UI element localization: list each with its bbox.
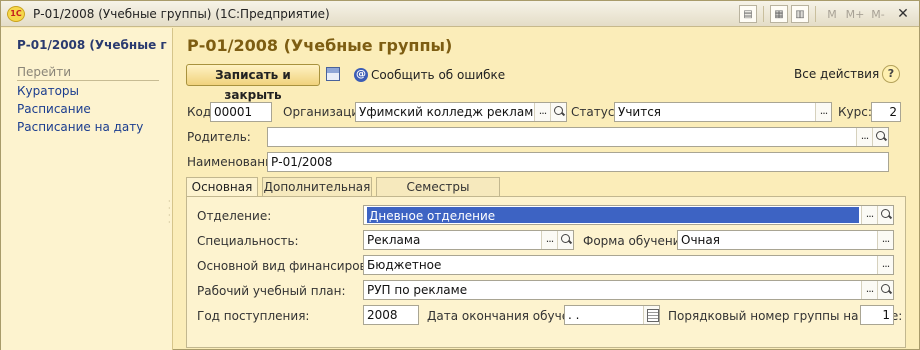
app-logo-icon[interactable]: 1С — [7, 6, 25, 22]
admission-year-label: Год поступления: — [197, 309, 310, 323]
memory-minus-button[interactable]: M- — [868, 8, 888, 21]
tab-main[interactable]: Основная — [186, 177, 258, 198]
parent-label: Родитель: — [187, 130, 251, 144]
financing-field[interactable]: Бюджетное ... — [363, 255, 894, 275]
select-button[interactable]: ... — [815, 103, 831, 121]
search-icon[interactable] — [872, 128, 888, 146]
title-bar: 1С Р-01/2008 (Учебные группы) (1С:Предпр… — [1, 1, 919, 27]
nav-section-header: Перейти — [17, 65, 159, 81]
tab-additional[interactable]: Дополнительная — [262, 177, 372, 197]
department-field[interactable]: Дневное отделение Дневное отделение ... — [363, 205, 894, 225]
select-button[interactable]: ... — [877, 231, 893, 249]
name-field[interactable]: Р-01/2008 — [267, 152, 889, 172]
select-button[interactable]: ... — [534, 103, 550, 121]
study-form-label: Форма обучения: — [583, 234, 692, 248]
nav-link-schedule-by-date[interactable]: Расписание на дату — [17, 118, 143, 136]
memory-button[interactable]: M — [822, 8, 842, 21]
tab-panel-main: Отделение: Дневное отделение Дневное отд… — [186, 196, 906, 348]
splitter-grip[interactable]: · · · · — [168, 198, 172, 227]
search-icon[interactable] — [557, 231, 573, 249]
plan-value: РУП по рекламе — [367, 283, 468, 297]
nav-link-curators[interactable]: Кураторы — [17, 82, 143, 100]
select-button[interactable]: ... — [856, 128, 872, 146]
select-button[interactable]: ... — [541, 231, 557, 249]
financing-value: Бюджетное — [367, 258, 442, 272]
title-toolbar: ▤ ▦ ▥ M M+ M- ✕ — [739, 4, 915, 24]
form-window: 1С Р-01/2008 (Учебные группы) (1С:Предпр… — [0, 0, 920, 350]
document-icon[interactable]: ▤ — [739, 5, 757, 23]
status-field[interactable]: Учится ... — [614, 102, 832, 122]
calendar-icon[interactable] — [643, 306, 659, 324]
search-icon[interactable] — [550, 103, 566, 121]
search-icon[interactable] — [877, 281, 893, 299]
page-title: Р-01/2008 (Учебные группы) — [187, 36, 453, 55]
search-icon[interactable] — [877, 206, 893, 224]
code-field[interactable]: 00001 — [210, 102, 272, 122]
nav-links: Кураторы Расписание Расписание на дату — [17, 82, 143, 136]
department-label: Отделение: — [197, 209, 272, 223]
course-label: Курс: — [838, 105, 872, 119]
specialty-value: Реклама — [367, 233, 421, 247]
parent-field[interactable]: ... — [267, 127, 889, 147]
nav-link-schedule[interactable]: Расписание — [17, 100, 143, 118]
tab-semesters[interactable]: Семестры обучения — [376, 177, 500, 212]
calendar-icon[interactable]: ▥ — [791, 5, 809, 23]
department-value-overlay: Дневное отделение — [369, 209, 496, 223]
toolbar-divider — [815, 6, 816, 22]
study-form-field[interactable]: Очная ... — [677, 230, 894, 250]
end-date-value: . . — [568, 308, 580, 322]
plan-label: Рабочий учебный план: — [197, 284, 346, 298]
memory-plus-button[interactable]: M+ — [845, 8, 865, 21]
select-button[interactable]: ... — [861, 206, 877, 224]
toolbar-divider — [763, 6, 764, 22]
end-date-field[interactable]: . . — [564, 305, 660, 325]
select-button[interactable]: ... — [877, 256, 893, 274]
at-icon: @ — [354, 68, 368, 82]
window-title: Р-01/2008 (Учебные группы) (1С:Предприят… — [33, 7, 330, 21]
status-value: Учится — [618, 105, 662, 119]
save-and-close-button[interactable]: Записать и закрыть — [186, 64, 320, 102]
specialty-label: Специальность: — [197, 234, 299, 248]
report-error-button[interactable]: @ Сообщить об ошибке — [354, 66, 505, 84]
nav-title[interactable]: Р-01/2008 (Учебные гр... — [17, 38, 167, 52]
calculator-icon[interactable]: ▦ — [770, 5, 788, 23]
specialty-field[interactable]: Реклама ... — [363, 230, 574, 250]
select-button[interactable]: ... — [861, 281, 877, 299]
admission-year-field[interactable]: 2008 — [363, 305, 419, 325]
form-body: Р-01/2008 (Учебные группы) Записать и за… — [174, 28, 919, 350]
status-label: Статус: — [571, 105, 619, 119]
organization-field[interactable]: Уфимский колледж рекламы и пи ... — [355, 102, 567, 122]
course-field[interactable]: 2 — [871, 102, 901, 122]
study-form-value: Очная — [681, 233, 720, 247]
report-error-label: Сообщить об ошибке — [371, 68, 506, 82]
group-number-field[interactable]: 1 — [860, 305, 894, 325]
close-icon[interactable]: ✕ — [891, 4, 915, 24]
plan-field[interactable]: РУП по рекламе ... — [363, 280, 894, 300]
save-icon[interactable] — [326, 67, 340, 81]
all-actions-menu[interactable]: Все действия ▾ — [794, 67, 889, 81]
help-icon[interactable]: ? — [882, 65, 900, 83]
navigation-panel: Р-01/2008 (Учебные гр... Перейти Куратор… — [1, 28, 173, 350]
